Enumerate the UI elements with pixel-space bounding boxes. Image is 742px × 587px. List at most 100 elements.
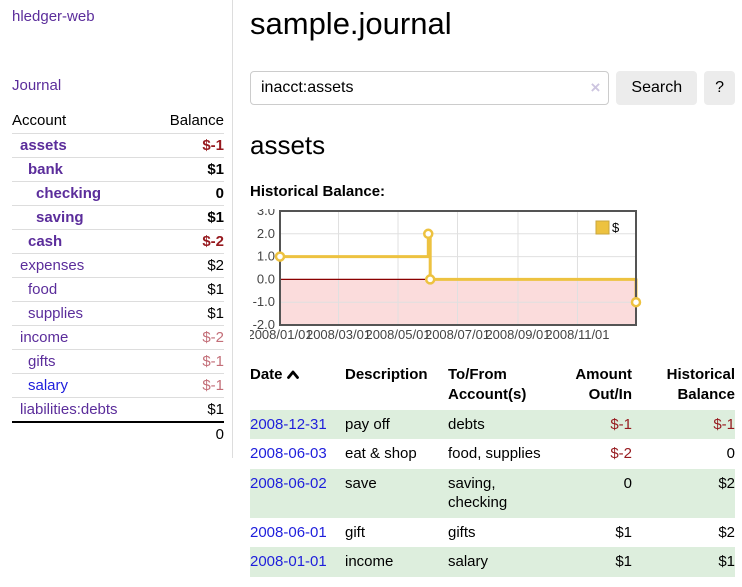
transaction-row: 2008-12-31pay offdebts$-1$-1 <box>250 410 735 440</box>
account-row: bank $1 <box>12 158 224 182</box>
transaction-date-link[interactable]: 2008-01-01 <box>250 553 327 570</box>
account-link[interactable]: checking <box>36 185 101 202</box>
account-total-spacer <box>12 422 152 446</box>
chart-data-point <box>426 275 434 283</box>
balance-column-header-register: Historical Balance <box>640 363 735 410</box>
chart-x-tick-label: 2008/09/01 <box>485 327 550 342</box>
account-row: gifts $-1 <box>12 350 224 374</box>
transaction-accounts: salary <box>448 547 560 577</box>
transaction-balance: $1 <box>640 547 735 577</box>
app-layout: hledger-web Journal Account Balance asse… <box>0 0 742 587</box>
chart-data-point <box>276 253 284 261</box>
chart-x-tick-label: 2008/01/01 <box>250 327 313 342</box>
date-column-header[interactable]: Date <box>250 363 345 410</box>
search-button[interactable]: Search <box>616 71 697 105</box>
search-input[interactable] <box>250 71 609 105</box>
chart-data-point <box>632 298 640 306</box>
chart-y-tick-label: 3.0 <box>257 209 275 218</box>
account-row: assets$-1 <box>12 134 224 158</box>
account-link[interactable]: liabilities:debts <box>20 401 118 418</box>
chart-x-tick-label: 2008/05/01 <box>365 327 430 342</box>
page-title: sample.journal <box>250 6 735 42</box>
account-table-header: Account Balance <box>12 108 224 134</box>
chart-x-tick-label: 2008/07/01 <box>425 327 490 342</box>
chart-legend-swatch <box>596 221 609 234</box>
transaction-accounts: saving, checking <box>448 469 560 518</box>
search-form: × Search ? <box>250 71 735 105</box>
transaction-description: income <box>345 547 448 577</box>
transaction-row: 2008-06-01 giftgifts$1$2 <box>250 518 735 548</box>
account-balance: $-2 <box>152 326 224 350</box>
account-balance: $1 <box>152 398 224 423</box>
account-balance: $-1 <box>152 374 224 398</box>
chart-x-tick-label: 2008/03/01 <box>306 327 371 342</box>
account-heading: assets <box>250 130 735 161</box>
account-row: food $1 <box>12 278 224 302</box>
main-content: sample.journal × Search ? assets Histori… <box>233 0 742 587</box>
transaction-balance: $2 <box>640 469 735 518</box>
account-total-balance: 0 <box>152 422 224 446</box>
account-link[interactable]: expenses <box>20 257 84 274</box>
app-title-link[interactable]: hledger-web <box>12 8 95 25</box>
chart-legend-label: $ <box>612 220 620 235</box>
account-row: expenses $2 <box>12 254 224 278</box>
search-box: × <box>250 71 609 105</box>
account-row: checking 0 <box>12 182 224 206</box>
transaction-amount: $-1 <box>560 410 640 440</box>
account-link[interactable]: salary <box>28 377 68 394</box>
register-table: Date Description To/From Account(s) Amou… <box>250 363 735 577</box>
account-balance: $1 <box>152 206 224 230</box>
account-link[interactable]: bank <box>28 161 63 178</box>
transaction-description: save <box>345 469 448 518</box>
transaction-accounts: debts <box>448 410 560 440</box>
transaction-balance: $-1 <box>640 410 735 440</box>
clear-search-icon[interactable]: × <box>590 79 600 96</box>
transaction-description: gift <box>345 518 448 548</box>
chart-y-tick-label: 2.0 <box>257 226 275 241</box>
account-row: cash $-2 <box>12 230 224 254</box>
account-balance-table: Account Balance assets$-1bank$1checking0… <box>12 108 224 446</box>
transaction-date-link[interactable]: 2008-06-03 <box>250 445 327 462</box>
account-balance: $1 <box>152 158 224 182</box>
account-link[interactable]: cash <box>28 233 62 250</box>
transaction-row: 2008-06-02 savesaving, checking0$2 <box>250 469 735 518</box>
help-button[interactable]: ? <box>704 71 735 105</box>
account-balance: $1 <box>152 278 224 302</box>
sidebar-item-journal[interactable]: Journal <box>12 77 61 94</box>
account-row: income $-2 <box>12 326 224 350</box>
register-table-header: Date Description To/From Account(s) Amou… <box>250 363 735 410</box>
account-link[interactable]: income <box>20 329 68 346</box>
chart-x-tick-label: 2008/11/01 <box>545 327 609 342</box>
transaction-amount: $1 <box>560 518 640 548</box>
account-link[interactable]: saving <box>36 209 84 226</box>
account-link[interactable]: gifts <box>28 353 56 370</box>
historical-balance-chart: $3.02.01.00.0-1.0-2.02008/01/012008/03/0… <box>250 209 735 349</box>
amount-column-header: Amount Out/In <box>560 363 640 410</box>
account-balance: 0 <box>152 182 224 206</box>
chart-y-tick-label: 1.0 <box>257 249 275 264</box>
account-balance: $2 <box>152 254 224 278</box>
transaction-date-link[interactable]: 2008-06-02 <box>250 475 327 492</box>
account-link[interactable]: supplies <box>28 305 83 322</box>
transaction-accounts: gifts <box>448 518 560 548</box>
account-column-header: Account <box>12 108 152 134</box>
account-balance: $1 <box>152 302 224 326</box>
transaction-row: 2008-01-01incomesalary$1$1 <box>250 547 735 577</box>
transaction-balance: $2 <box>640 518 735 548</box>
transaction-amount: $-2 <box>560 439 640 469</box>
transaction-description: pay off <box>345 410 448 440</box>
account-balance: $-2 <box>152 230 224 254</box>
account-link[interactable]: assets <box>20 137 67 154</box>
transaction-date-link[interactable]: 2008-12-31 <box>250 416 327 433</box>
account-row: supplies $1 <box>12 302 224 326</box>
account-row: saving $1 <box>12 206 224 230</box>
description-column-header: Description <box>345 363 448 410</box>
account-total-row: 0 <box>12 422 224 446</box>
account-link[interactable]: food <box>28 281 57 298</box>
transaction-description: eat & shop <box>345 439 448 469</box>
transaction-row: 2008-06-03eat & shopfood, supplies$-20 <box>250 439 735 469</box>
account-row: liabilities:debts $1 <box>12 398 224 423</box>
transaction-date-link[interactable]: 2008-06-01 <box>250 524 327 541</box>
account-balance: $-1 <box>152 350 224 374</box>
transaction-amount: 0 <box>560 469 640 518</box>
